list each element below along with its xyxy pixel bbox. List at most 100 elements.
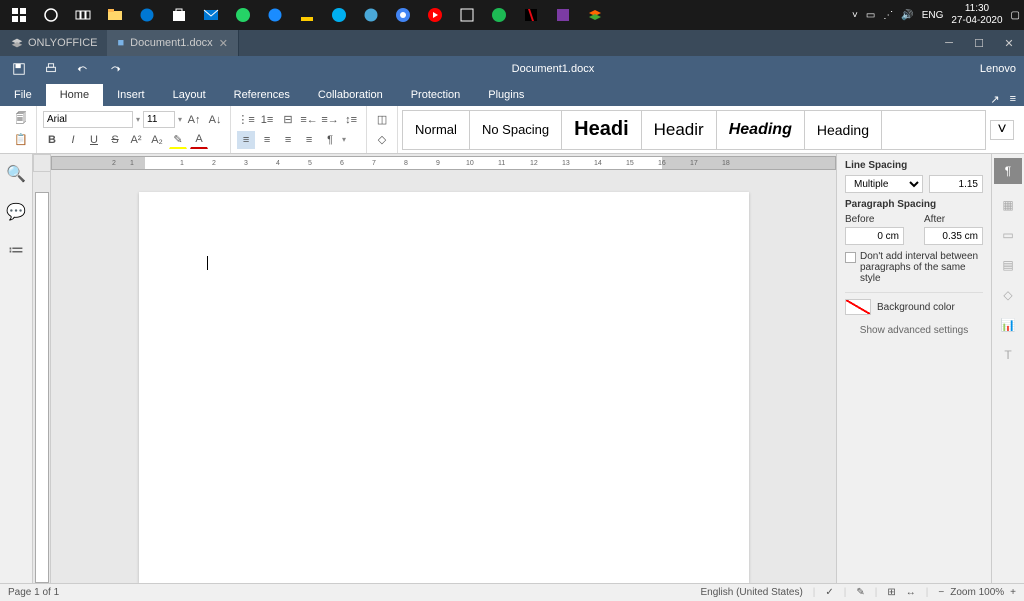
paragraph-settings-icon[interactable]: ¶ bbox=[994, 158, 1022, 184]
align-right-button[interactable]: ≡ bbox=[279, 131, 297, 149]
decrease-indent-button[interactable]: ≡← bbox=[300, 111, 318, 129]
linespacing-mode-select[interactable]: Multiple bbox=[845, 175, 923, 193]
redo-button[interactable] bbox=[104, 58, 126, 80]
view-settings-icon[interactable]: ≡ bbox=[1010, 93, 1016, 106]
close-window-button[interactable]: ✕ bbox=[994, 30, 1024, 56]
highlight-button[interactable]: ✎ bbox=[169, 131, 187, 149]
wifi-icon[interactable]: ⋰ bbox=[883, 10, 893, 21]
open-location-icon[interactable]: ↗ bbox=[990, 93, 999, 106]
clock[interactable]: 11:30 27-04-2020 bbox=[951, 3, 1002, 27]
battery-icon[interactable]: ▭ bbox=[866, 10, 875, 21]
style-heading3[interactable]: Heading bbox=[717, 111, 805, 149]
close-tab-icon[interactable]: ✕ bbox=[219, 37, 228, 50]
onenote-icon[interactable] bbox=[548, 1, 578, 29]
document-canvas[interactable] bbox=[51, 172, 836, 583]
headings-icon[interactable]: ≔ bbox=[6, 240, 26, 260]
start-button[interactable] bbox=[4, 1, 34, 29]
print-button[interactable] bbox=[40, 58, 62, 80]
search-icon[interactable]: 🔍 bbox=[6, 164, 26, 184]
page[interactable] bbox=[139, 192, 749, 583]
fit-page-icon[interactable]: ⊞ bbox=[887, 587, 895, 598]
spacing-before-input[interactable] bbox=[845, 227, 904, 245]
nonprinting-button[interactable]: ¶ bbox=[321, 131, 339, 149]
style-heading1[interactable]: Headi bbox=[562, 111, 641, 149]
tab-references[interactable]: References bbox=[220, 84, 304, 106]
bullets-button[interactable]: ⋮≡ bbox=[237, 111, 255, 129]
edge-beta-icon[interactable] bbox=[356, 1, 386, 29]
copy-button[interactable]: 🗐 bbox=[12, 111, 30, 129]
minimize-button[interactable]: ─ bbox=[934, 30, 964, 56]
style-nospacing[interactable]: No Spacing bbox=[470, 111, 562, 149]
clear-style-button[interactable]: ◇ bbox=[373, 131, 391, 149]
tab-insert[interactable]: Insert bbox=[103, 84, 159, 106]
numbering-button[interactable]: 1≡ bbox=[258, 111, 276, 129]
onlyoffice-icon[interactable] bbox=[580, 1, 610, 29]
horizontal-ruler[interactable]: 2 1 1 2 3 4 5 6 7 8 9 10 11 12 13 14 15 … bbox=[33, 154, 836, 172]
table-settings-icon[interactable]: ▦ bbox=[998, 196, 1018, 214]
page-indicator[interactable]: Page 1 of 1 bbox=[8, 587, 59, 598]
cortana-icon[interactable] bbox=[36, 1, 66, 29]
checkbox-icon[interactable] bbox=[845, 252, 856, 263]
strikethrough-button[interactable]: S bbox=[106, 131, 124, 149]
shape-settings-icon[interactable]: ◇ bbox=[998, 286, 1018, 304]
language-status[interactable]: English (United States) bbox=[701, 587, 803, 598]
youtube-icon[interactable] bbox=[420, 1, 450, 29]
skype-icon[interactable] bbox=[324, 1, 354, 29]
tab-file[interactable]: File bbox=[0, 84, 46, 106]
bold-button[interactable]: B bbox=[43, 131, 61, 149]
tab-protection[interactable]: Protection bbox=[397, 84, 475, 106]
tab-plugins[interactable]: Plugins bbox=[474, 84, 538, 106]
spellcheck-icon[interactable]: ✓ bbox=[825, 587, 833, 598]
notifications-icon[interactable]: ▢ bbox=[1011, 10, 1020, 21]
style-heading2[interactable]: Headir bbox=[642, 111, 717, 149]
multilevel-button[interactable]: ⊟ bbox=[279, 111, 297, 129]
align-center-button[interactable]: ≡ bbox=[258, 131, 276, 149]
file-explorer-icon[interactable] bbox=[100, 1, 130, 29]
no-interval-checkbox-row[interactable]: Don't add interval between paragraphs of… bbox=[845, 251, 983, 284]
undo-button[interactable] bbox=[72, 58, 94, 80]
store-icon[interactable] bbox=[164, 1, 194, 29]
user-name[interactable]: Lenovo bbox=[980, 63, 1016, 75]
increase-font-button[interactable]: A↑ bbox=[185, 111, 203, 129]
linespacing-button[interactable]: ↕≡ bbox=[342, 111, 360, 129]
justify-button[interactable]: ≡ bbox=[300, 131, 318, 149]
save-button[interactable] bbox=[8, 58, 30, 80]
spotify-icon[interactable] bbox=[484, 1, 514, 29]
linespacing-value-input[interactable] bbox=[929, 175, 983, 193]
style-normal[interactable]: Normal bbox=[403, 111, 470, 149]
font-size-select[interactable] bbox=[143, 111, 175, 128]
font-family-select[interactable] bbox=[43, 111, 133, 128]
advanced-settings-link[interactable]: Show advanced settings bbox=[845, 325, 983, 336]
italic-button[interactable]: I bbox=[64, 131, 82, 149]
task-view-icon[interactable] bbox=[68, 1, 98, 29]
image-settings-icon[interactable]: ▭ bbox=[998, 226, 1018, 244]
chart-settings-icon[interactable]: 📊 bbox=[998, 316, 1018, 334]
track-changes-icon[interactable]: ✎ bbox=[856, 587, 864, 598]
align-left-button[interactable]: ≡ bbox=[237, 131, 255, 149]
comments-icon[interactable]: 💬 bbox=[6, 202, 26, 222]
shading-button[interactable]: ◫ bbox=[373, 111, 391, 129]
tab-home[interactable]: Home bbox=[46, 84, 103, 106]
edge-legacy-icon[interactable] bbox=[260, 1, 290, 29]
font-color-button[interactable]: A bbox=[190, 131, 208, 149]
zoom-level[interactable]: Zoom 100% bbox=[950, 587, 1004, 598]
chrome-icon[interactable] bbox=[388, 1, 418, 29]
netflix-icon[interactable] bbox=[516, 1, 546, 29]
volume-icon[interactable]: 🔊 bbox=[901, 10, 913, 21]
vertical-ruler[interactable] bbox=[33, 172, 51, 583]
maximize-button[interactable]: ☐ bbox=[964, 30, 994, 56]
header-settings-icon[interactable]: ▤ bbox=[998, 256, 1018, 274]
edge-icon[interactable] bbox=[132, 1, 162, 29]
zoom-out-button[interactable]: − bbox=[938, 587, 944, 598]
tray-chevron-icon[interactable]: ˅ bbox=[852, 10, 858, 21]
paste-button[interactable]: 📋 bbox=[12, 131, 30, 149]
app-icon[interactable] bbox=[292, 1, 322, 29]
fit-width-icon[interactable]: ↔ bbox=[906, 587, 916, 598]
underline-button[interactable]: U bbox=[85, 131, 103, 149]
zoom-in-button[interactable]: + bbox=[1010, 587, 1016, 598]
app2-icon[interactable] bbox=[452, 1, 482, 29]
document-tab[interactable]: ■ Document1.docx ✕ bbox=[107, 30, 238, 56]
increase-indent-button[interactable]: ≡→ bbox=[321, 111, 339, 129]
style-heading4[interactable]: Heading bbox=[805, 111, 882, 149]
mail-icon[interactable] bbox=[196, 1, 226, 29]
